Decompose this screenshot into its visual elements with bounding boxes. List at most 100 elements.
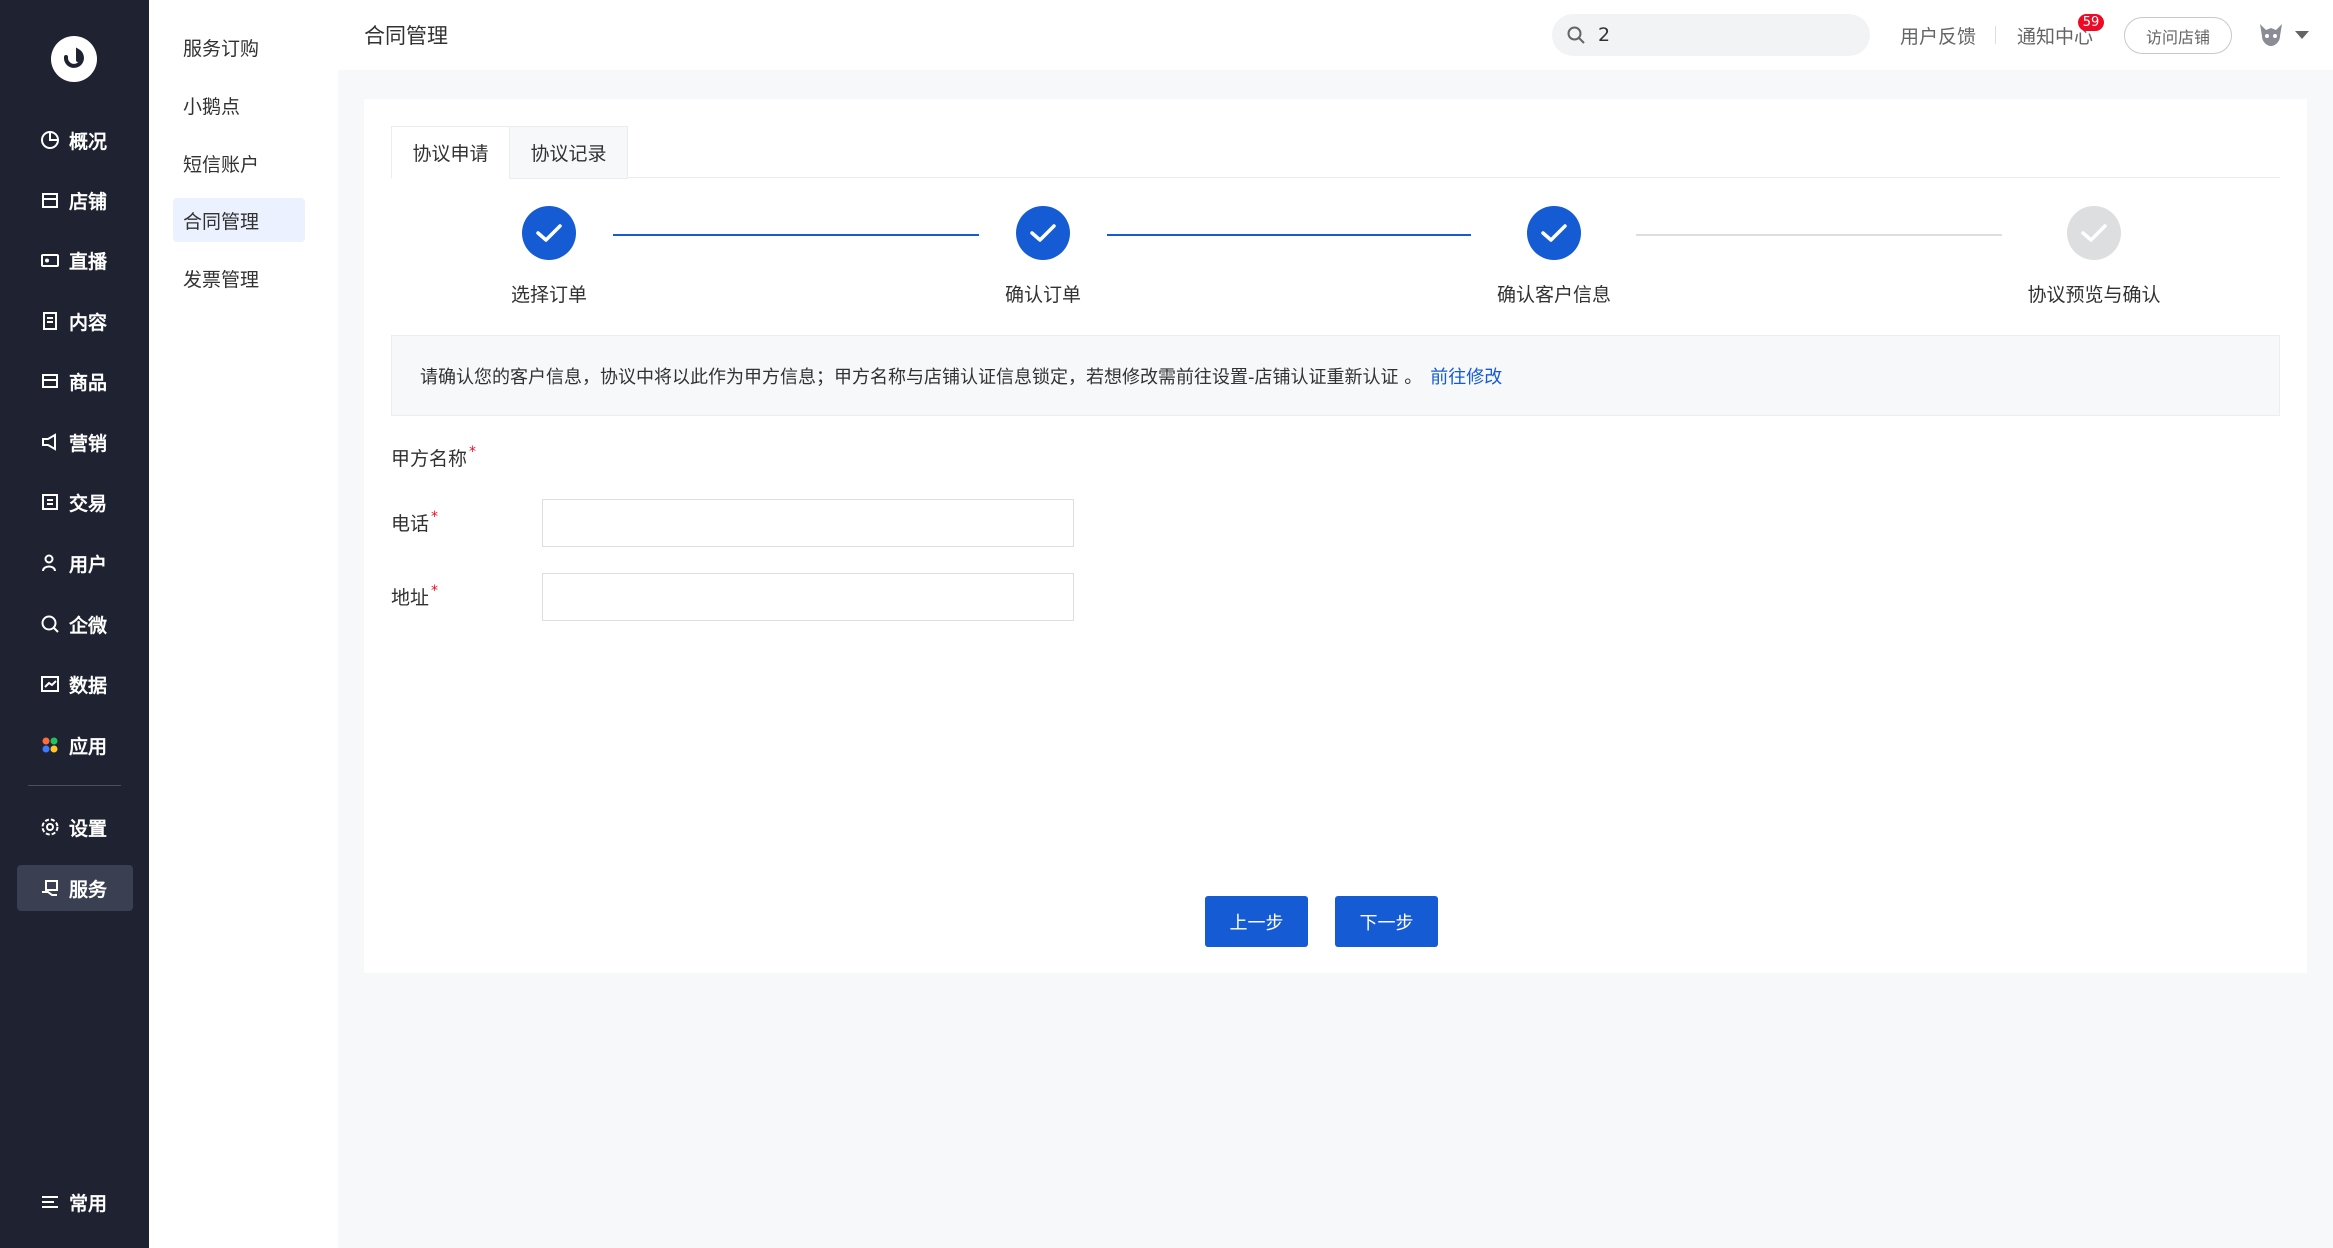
tab-agreement-apply[interactable]: 协议申请 (391, 126, 510, 179)
nav-item-label: 服务 (69, 878, 108, 901)
label-text: 电话 (391, 513, 430, 535)
required-mark: * (431, 509, 439, 525)
address-input[interactable] (551, 585, 1073, 609)
step-3-check (1527, 206, 1581, 260)
feedback-link[interactable]: 用户反馈 (1900, 22, 1976, 49)
chevron-down-icon[interactable] (2295, 31, 2309, 39)
step-label: 确认订单 (1004, 284, 1082, 306)
address-label: 地址 * (391, 583, 438, 610)
data-icon (39, 673, 61, 695)
step-2-check (1016, 206, 1070, 260)
box-icon (39, 370, 61, 392)
required-mark: * (431, 583, 439, 599)
check-icon (1030, 224, 1056, 242)
required-mark: * (469, 444, 477, 460)
subnav-item-points[interactable]: 小鹅点 (173, 83, 305, 127)
nav-item-label: 营销 (69, 432, 108, 455)
nav-item-label: 常用 (69, 1192, 108, 1215)
nav-item-store[interactable]: 店铺 (17, 177, 133, 223)
top-bar: 合同管理 用户反馈 通知中心 59 访问店铺 (338, 0, 2333, 70)
step-4-check (2067, 206, 2121, 260)
nav-divider (28, 785, 121, 786)
nav-item-label: 设置 (69, 817, 108, 840)
nav-item-apps[interactable]: 应用 (17, 722, 133, 768)
nav-item-content[interactable]: 内容 (17, 298, 133, 344)
check-icon (1541, 224, 1567, 242)
nav-item-trade[interactable]: 交易 (17, 479, 133, 525)
megaphone-icon (39, 431, 61, 453)
notification-badge: 59 (2078, 14, 2104, 31)
label-text: 地址 (391, 587, 430, 609)
next-step-button[interactable]: 下一步 (1335, 896, 1438, 947)
visit-store-button[interactable]: 访问店铺 (2124, 17, 2232, 54)
tab-bar: 协议申请 协议记录 (391, 126, 2280, 179)
nav-item-label: 交易 (69, 492, 108, 515)
trade-icon (39, 491, 61, 513)
primary-sidebar: 概况 店铺 直播 内容 商品 营销 交易 用户 企微 数据 应用 设置 服务 常… (0, 0, 149, 1248)
notice-text: 请确认您的客户信息，协议中将以此作为甲方信息；甲方名称与店铺认证信息锁定，若想修… (420, 366, 1423, 388)
subnav-item-sms[interactable]: 短信账户 (173, 141, 305, 185)
nav-item-user[interactable]: 用户 (17, 540, 133, 586)
tab-agreement-records[interactable]: 协议记录 (509, 126, 628, 179)
logo-icon (63, 47, 84, 68)
step-label: 协议预览与确认 (2027, 284, 2161, 306)
nav-item-label: 直播 (69, 250, 108, 273)
nav-item-label: 企微 (69, 614, 108, 637)
live-icon (39, 249, 61, 271)
list-icon (39, 1191, 61, 1213)
nav-item-marketing[interactable]: 营销 (17, 419, 133, 465)
store-icon (39, 189, 61, 211)
subnav-item-invoice[interactable]: 发票管理 (173, 256, 305, 300)
address-field[interactable] (542, 573, 1074, 621)
nav-item-goods[interactable]: 商品 (17, 358, 133, 404)
topbar-divider (1995, 26, 1996, 44)
page-title: 合同管理 (364, 24, 448, 48)
nav-item-favorites[interactable]: 常用 (17, 1179, 133, 1225)
nav-item-wecom[interactable]: 企微 (17, 601, 133, 647)
search-box[interactable] (1552, 14, 1870, 56)
nav-item-label: 数据 (69, 674, 108, 697)
document-icon (39, 310, 61, 332)
secondary-sidebar: 服务订购 小鹅点 短信账户 合同管理 发票管理 (149, 0, 338, 1248)
subnav-item-service-order[interactable]: 服务订购 (173, 25, 305, 69)
nav-item-data[interactable]: 数据 (17, 661, 133, 707)
info-notice: 请确认您的客户信息，协议中将以此作为甲方信息；甲方名称与店铺认证信息锁定，若想修… (391, 335, 2280, 416)
service-icon (39, 877, 61, 899)
nav-item-label: 店铺 (69, 190, 108, 213)
nav-item-live[interactable]: 直播 (17, 237, 133, 283)
search-icon (1567, 26, 1585, 44)
nav-item-label: 内容 (69, 311, 108, 334)
phone-input[interactable] (551, 511, 1073, 535)
party-a-name-label: 甲方名称 * (391, 444, 476, 471)
step-connector (1636, 234, 2002, 236)
check-icon (2081, 224, 2107, 242)
nav-item-label: 用户 (69, 553, 108, 576)
nav-item-label: 商品 (69, 371, 108, 394)
step-label: 选择订单 (510, 284, 588, 306)
nav-item-settings[interactable]: 设置 (17, 804, 133, 850)
nav-item-overview[interactable]: 概况 (17, 117, 133, 163)
apps-icon (39, 734, 61, 756)
step-connector (613, 234, 979, 236)
step-connector (1107, 234, 1471, 236)
logo[interactable] (51, 36, 97, 82)
nav-item-label: 概况 (69, 130, 108, 153)
chat-icon (39, 613, 61, 635)
prev-step-button[interactable]: 上一步 (1205, 896, 1308, 947)
search-input[interactable] (1596, 23, 1846, 47)
contract-card: 协议申请 协议记录 选择订单 确认订单 确认客户信息 协议预览与确认 请确认您的… (364, 99, 2307, 973)
avatar[interactable] (2256, 20, 2286, 50)
subnav-item-contract[interactable]: 合同管理 (173, 198, 305, 242)
pie-chart-icon (39, 129, 61, 151)
step-label: 确认客户信息 (1496, 284, 1612, 306)
label-text: 甲方名称 (391, 448, 468, 470)
user-icon (39, 552, 61, 574)
nav-item-label: 应用 (69, 735, 108, 758)
phone-field[interactable] (542, 499, 1074, 547)
phone-label: 电话 * (391, 509, 438, 536)
edit-link[interactable]: 前往修改 (1430, 363, 1502, 389)
nav-item-service[interactable]: 服务 (17, 865, 133, 911)
step-1-check (522, 206, 576, 260)
check-icon (536, 224, 562, 242)
gear-icon (39, 816, 61, 838)
